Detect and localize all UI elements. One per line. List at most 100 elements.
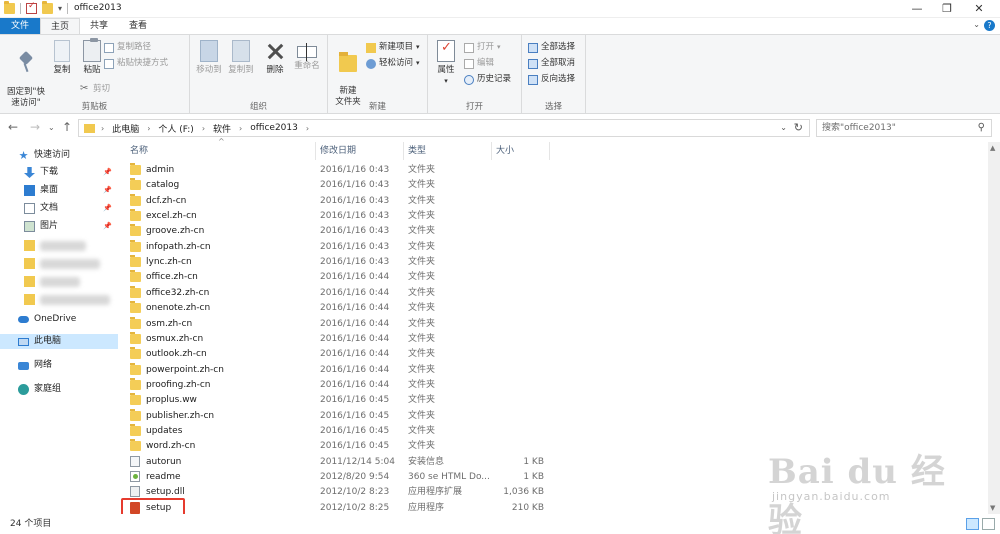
search-icon[interactable]: ⚲ <box>978 120 985 136</box>
nav-item-pictures[interactable]: 图片 📌 <box>0 219 118 234</box>
file-row[interactable]: readme 2012/8/20 9:54 360 se HTML Do... 1 K… <box>126 470 666 485</box>
ribbon-expand-icon[interactable]: ⌄ <box>973 20 980 29</box>
nav-item-redacted[interactable] <box>0 238 118 253</box>
breadcrumb-software[interactable]: 软件 <box>213 122 231 135</box>
column-header-size[interactable]: 大小 <box>492 142 550 160</box>
paste-shortcut-icon <box>104 58 114 69</box>
folder-icon <box>130 362 141 375</box>
details-view-button[interactable] <box>966 518 979 530</box>
file-row[interactable]: updates 2016/1/16 0:45 文件夹 <box>126 423 666 439</box>
breadcrumb-this-pc[interactable]: 此电脑 <box>112 122 139 135</box>
delete-button[interactable]: 删除 <box>262 40 288 76</box>
copy-to-button[interactable]: 复制到 <box>226 40 256 76</box>
file-row[interactable]: dcf.zh-cn 2016/1/16 0:43 文件夹 <box>126 193 666 209</box>
up-button[interactable]: ↑ <box>62 120 72 134</box>
file-type: 文件夹 <box>408 379 436 390</box>
tab-view[interactable]: 查看 <box>118 18 158 34</box>
file-row[interactable]: powerpoint.zh-cn 2016/1/16 0:44 文件夹 <box>126 362 666 378</box>
nav-this-pc[interactable]: 此电脑 <box>0 334 118 349</box>
file-row[interactable]: osmux.zh-cn 2016/1/16 0:44 文件夹 <box>126 331 666 347</box>
nav-item-documents[interactable]: 文档 📌 <box>0 201 118 216</box>
rename-button[interactable]: 重命名 <box>290 40 324 72</box>
address-dropdown-icon[interactable]: ⌄ <box>780 123 787 132</box>
file-row[interactable]: proplus.ww 2016/1/16 0:45 文件夹 <box>126 393 666 408</box>
history-button[interactable]: 历史记录 <box>464 73 511 86</box>
invert-selection-button[interactable]: 反向选择 <box>528 73 575 86</box>
refresh-icon[interactable]: ↻ <box>794 121 803 134</box>
file-row[interactable]: autorun 2011/12/14 5:04 安装信息 1 KB <box>126 455 666 470</box>
paste-button[interactable]: 粘贴 <box>78 38 106 76</box>
select-all-button[interactable]: 全部选择 <box>528 41 575 54</box>
pin-quick-access-button[interactable]: 固定到"快 速访问" <box>4 40 48 109</box>
edit-button[interactable]: 编辑 <box>464 57 494 70</box>
select-none-button[interactable]: 全部取消 <box>528 57 575 70</box>
properties-icon[interactable] <box>26 1 37 14</box>
paste-shortcut-button[interactable]: 粘贴快捷方式 <box>104 57 168 70</box>
customize-quick-access-icon[interactable]: ▾ <box>58 4 62 13</box>
file-row[interactable]: excel.zh-cn 2016/1/16 0:43 文件夹 <box>126 209 666 224</box>
folder-icon <box>130 178 141 191</box>
new-folder-icon[interactable] <box>42 1 53 14</box>
new-item-button[interactable]: 新建项目 ▾ <box>366 41 420 54</box>
nav-item-redacted[interactable] <box>0 292 118 307</box>
file-row[interactable]: word.zh-cn 2016/1/16 0:45 文件夹 <box>126 439 666 454</box>
chevron-right-icon[interactable]: › <box>147 124 150 133</box>
file-row[interactable]: admin 2016/1/16 0:43 文件夹 <box>126 163 666 178</box>
close-button[interactable]: ✕ <box>964 1 994 17</box>
cut-button[interactable]: 剪切 <box>80 82 110 96</box>
nav-network[interactable]: 网络 <box>0 358 118 373</box>
file-row[interactable]: publisher.zh-cn 2016/1/16 0:45 文件夹 <box>126 408 666 424</box>
help-icon[interactable]: ? <box>984 20 995 31</box>
new-folder-button[interactable]: 新建 文件夹 <box>332 40 364 108</box>
scroll-down-icon[interactable]: ▼ <box>990 504 995 512</box>
forward-button[interactable]: → <box>30 120 40 134</box>
recent-locations-icon[interactable]: ⌄ <box>48 123 55 132</box>
tab-home[interactable]: 主页 <box>40 18 80 34</box>
minimize-button[interactable]: — <box>902 1 932 17</box>
chevron-right-icon[interactable]: › <box>202 124 205 133</box>
breadcrumb-office2013[interactable]: office2013 <box>250 123 298 133</box>
scroll-up-icon[interactable]: ▲ <box>990 144 995 152</box>
copy-button[interactable]: 复制 <box>50 40 74 76</box>
file-row[interactable]: lync.zh-cn 2016/1/16 0:43 文件夹 <box>126 255 666 270</box>
file-row[interactable]: outlook.zh-cn 2016/1/16 0:44 文件夹 <box>126 347 666 362</box>
properties-button[interactable]: 属性 ▾ <box>432 40 460 87</box>
nav-homegroup[interactable]: 家庭组 <box>0 382 118 397</box>
chevron-right-icon[interactable]: › <box>101 124 104 133</box>
nav-item-redacted[interactable] <box>0 256 118 271</box>
file-row[interactable]: osm.zh-cn 2016/1/16 0:44 文件夹 <box>126 316 666 332</box>
column-header-date[interactable]: 修改日期 <box>316 142 404 160</box>
tab-share[interactable]: 共享 <box>80 18 118 34</box>
maximize-button[interactable]: ❐ <box>932 1 962 17</box>
nav-item-redacted[interactable] <box>0 274 118 289</box>
open-button[interactable]: 打开 ▾ <box>464 41 501 54</box>
file-row[interactable]: setup.dll 2012/10/2 8:23 应用程序扩展 1,036 KB <box>126 485 666 500</box>
column-header-type[interactable]: 类型 <box>404 142 492 160</box>
file-row[interactable]: catalog 2016/1/16 0:43 文件夹 <box>126 178 666 193</box>
address-bar[interactable]: › 此电脑 › 个人 (F:) › 软件 › office2013 › ⌄ ↻ <box>78 119 810 137</box>
file-name: updates <box>146 425 183 436</box>
chevron-right-icon[interactable]: › <box>306 124 309 133</box>
tab-file[interactable]: 文件 <box>0 18 40 34</box>
breadcrumb-drive[interactable]: 个人 (F:) <box>158 122 193 135</box>
nav-quick-access[interactable]: ★ 快速访问 <box>0 148 118 163</box>
nav-onedrive[interactable]: OneDrive <box>0 312 118 327</box>
copy-path-button[interactable]: 复制路径 <box>104 41 151 54</box>
move-to-button[interactable]: 移动到 <box>194 40 224 76</box>
status-bar: 24 个项目 <box>0 514 1000 534</box>
nav-item-downloads[interactable]: 下载 📌 <box>0 165 118 180</box>
file-row[interactable]: infopath.zh-cn 2016/1/16 0:43 文件夹 <box>126 239 666 255</box>
large-icons-view-button[interactable] <box>982 518 995 530</box>
file-row[interactable]: office.zh-cn 2016/1/16 0:44 文件夹 <box>126 270 666 285</box>
file-row[interactable]: groove.zh-cn 2016/1/16 0:43 文件夹 <box>126 224 666 239</box>
file-row[interactable]: proofing.zh-cn 2016/1/16 0:44 文件夹 <box>126 377 666 393</box>
chevron-right-icon[interactable]: › <box>239 124 242 133</box>
column-header-name[interactable]: 名称 <box>126 142 316 160</box>
search-input[interactable]: 搜索"office2013" ⚲ <box>816 119 992 137</box>
file-row[interactable]: onenote.zh-cn 2016/1/16 0:44 文件夹 <box>126 301 666 316</box>
file-row[interactable]: office32.zh-cn 2016/1/16 0:44 文件夹 <box>126 285 666 301</box>
vertical-scrollbar[interactable]: ▲ ▼ <box>988 142 1000 514</box>
nav-item-desktop[interactable]: 桌面 📌 <box>0 183 118 198</box>
easy-access-button[interactable]: 轻松访问 ▾ <box>366 57 420 70</box>
back-button[interactable]: ← <box>8 120 18 134</box>
